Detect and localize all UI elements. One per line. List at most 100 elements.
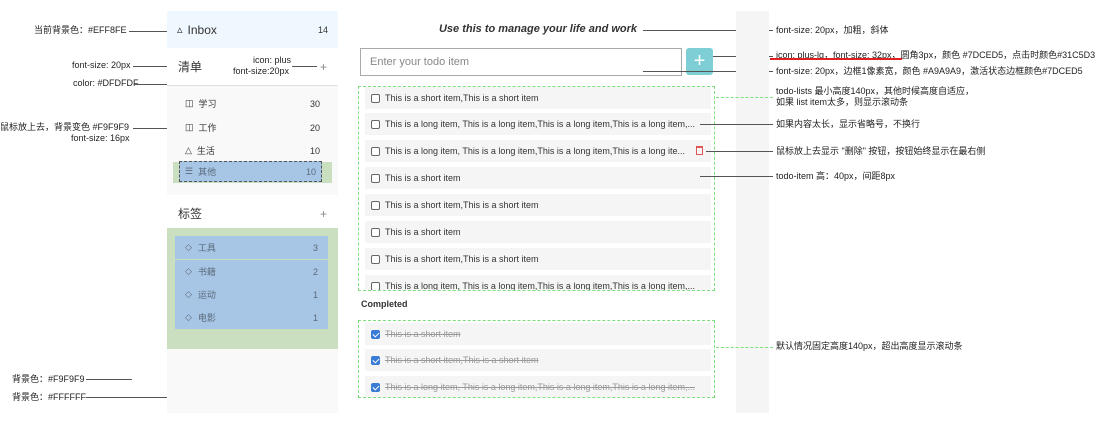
sidebar-item-label: 其他 — [198, 167, 217, 177]
tag-item-books[interactable]: ◇ 书籍 2 — [175, 260, 328, 283]
checkbox[interactable] — [371, 227, 380, 237]
todo-list[interactable]: This is a short item,This is a short ite… — [358, 86, 715, 291]
leader-line — [292, 66, 317, 67]
annotation-icon-plus-fs: font-size:20px — [233, 66, 290, 76]
sidebar-item-inbox[interactable]: ▵ Inbox 14 — [167, 11, 338, 48]
todo-item[interactable]: This is a long item, This is a long item… — [365, 140, 711, 162]
checkbox[interactable] — [371, 200, 380, 210]
annotation-ellipsis: 如果内容太长，显示省略号，不换行 — [776, 119, 921, 129]
tag-label: 电影 — [197, 313, 216, 323]
completed-list[interactable]: This is a short item This is a short ite… — [358, 320, 715, 398]
tag-icon: ◇ — [185, 289, 192, 299]
todo-text: This is a long item, This is a long item… — [385, 382, 695, 392]
completed-item[interactable]: This is a short item — [365, 323, 711, 345]
sidebar-item-count: 10 — [305, 166, 316, 177]
todo-input[interactable]: Enter your todo item — [360, 48, 682, 76]
recycle-icon: △ — [185, 145, 192, 155]
tag-item-movie[interactable]: ◇ 电影 1 — [175, 306, 328, 329]
leader-dash — [716, 97, 773, 98]
annotation-input-style: font-size: 20px，边框1像素宽，颜色 #A9A9A9，激活状态边框… — [776, 66, 1083, 76]
sidebar-item-work[interactable]: ◫ 工作 20 — [167, 116, 338, 139]
todo-item[interactable]: This is a short item,This is a short ite… — [365, 87, 711, 109]
sidebar-item-study[interactable]: ◫ 学习 30 — [167, 92, 338, 115]
tag-label: 书籍 — [197, 267, 216, 277]
todo-item[interactable]: This is a short item,This is a short ite… — [365, 194, 711, 216]
sidebar-item-count: 20 — [309, 122, 320, 133]
checkbox[interactable] — [371, 281, 380, 290]
tag-label: 运动 — [197, 290, 216, 300]
todo-input-placeholder: Enter your todo item — [370, 56, 470, 68]
annotation-list-style-1: todo-lists 最小高度140px，其他时候高度自适应， — [776, 86, 975, 96]
tag-icon: ◇ — [185, 312, 192, 322]
divider — [167, 85, 338, 86]
todo-text: This is a short item,This is a short ite… — [385, 254, 539, 264]
sidebar-item-label: 工作 — [198, 123, 217, 133]
spec-canvas: 当前背景色：#EFF8FE font-size: 20px color: #DF… — [0, 0, 1101, 423]
todo-text: This is a short item,This is a short ite… — [385, 355, 539, 365]
completed-item[interactable]: This is a short item,This is a short ite… — [365, 349, 711, 371]
todo-text: This is a long item, This is a long item… — [385, 281, 695, 291]
todo-text: This is a short item,This is a short ite… — [385, 200, 539, 210]
annotation-hover-bg: 鼠标放上去，背景变色 #F9F9F9 — [0, 122, 130, 132]
lists-title: 清单 — [178, 60, 203, 74]
briefcase-icon: ◫ — [185, 122, 194, 132]
tag-count: 3 — [312, 242, 318, 253]
sidebar-item-other[interactable]: ☰ 其他 10 — [179, 161, 322, 182]
todo-item[interactable]: This is a short item — [365, 167, 711, 189]
todo-text: This is a short item — [385, 173, 461, 183]
trash-icon[interactable] — [696, 146, 703, 155]
checkbox-checked[interactable] — [371, 355, 380, 365]
completed-heading: Completed — [361, 299, 408, 309]
annotation-list-style-2: 如果 list item太多，则显示滚动条 — [776, 97, 909, 107]
inbox-icon: ▵ — [177, 24, 183, 36]
todo-text: This is a short item — [385, 227, 461, 237]
leader-line — [700, 176, 773, 177]
annotation-font-size-20: font-size: 20px — [72, 60, 131, 70]
leader-line — [86, 379, 132, 380]
annotation-title-style: font-size: 20px，加粗，斜体 — [776, 25, 889, 35]
tags-title: 标签 — [178, 207, 203, 221]
tag-count: 1 — [312, 289, 318, 300]
todo-item[interactable]: This is a long item, This is a long item… — [365, 275, 711, 291]
annotation-color-dfdfdf: color: #DFDFDF — [73, 78, 139, 88]
sidebar-item-life[interactable]: △ 生活 10 — [167, 139, 338, 162]
todo-text: This is a short item,This is a short ite… — [385, 93, 539, 103]
todo-item[interactable]: This is a short item — [365, 221, 711, 243]
completed-item[interactable]: This is a long item, This is a long item… — [365, 376, 711, 397]
tag-item-sport[interactable]: ◇ 运动 1 — [175, 283, 328, 306]
tags-header: 标签 + — [167, 195, 338, 232]
todo-item[interactable]: This is a short item,This is a short ite… — [365, 248, 711, 270]
add-tag-plus-icon[interactable]: + — [320, 207, 327, 221]
annotation-icon-plus: icon: plus — [252, 55, 291, 65]
annotation-delete-button: 鼠标放上去显示 "删除" 按钮，按钮始终显示在最右侧 — [776, 146, 986, 156]
inbox-label: Inbox — [187, 22, 217, 37]
leader-line — [700, 124, 773, 125]
annotation-item-height: todo-item 高：40px，间距8px — [776, 171, 896, 181]
todo-text: This is a short item — [385, 329, 461, 339]
sidebar-item-count: 30 — [309, 98, 320, 109]
checkbox[interactable] — [371, 173, 380, 183]
annotation-bg-f9: 背景色：#F9F9F9 — [12, 374, 85, 384]
plus-icon: + — [693, 50, 706, 72]
tag-count: 1 — [312, 312, 318, 323]
sidebar-item-label: 学习 — [198, 99, 217, 109]
sidebar-item-count: 10 — [309, 145, 320, 156]
sidebar-item-label: 生活 — [196, 146, 215, 156]
page-title: Use this to manage your life and work — [438, 23, 638, 35]
checkbox[interactable] — [371, 254, 380, 264]
inbox-count: 14 — [317, 24, 328, 35]
leader-dash — [716, 347, 773, 348]
checkbox[interactable] — [371, 146, 380, 156]
add-list-plus-icon[interactable]: + — [320, 60, 327, 74]
checkbox-checked[interactable] — [371, 329, 380, 339]
checkbox[interactable] — [371, 119, 380, 129]
tag-item-tools[interactable]: ◇ 工具 3 — [175, 236, 328, 259]
leader-line — [706, 151, 773, 152]
checkbox[interactable] — [371, 93, 380, 103]
todo-text: This is a long item, This is a long item… — [385, 119, 695, 129]
annotation-font-size-16: font-size: 16px — [71, 133, 130, 143]
checkbox-checked[interactable] — [371, 382, 380, 392]
tag-icon: ◇ — [185, 242, 192, 252]
todo-item[interactable]: This is a long item, This is a long item… — [365, 113, 711, 135]
book-icon: ◫ — [185, 98, 194, 108]
